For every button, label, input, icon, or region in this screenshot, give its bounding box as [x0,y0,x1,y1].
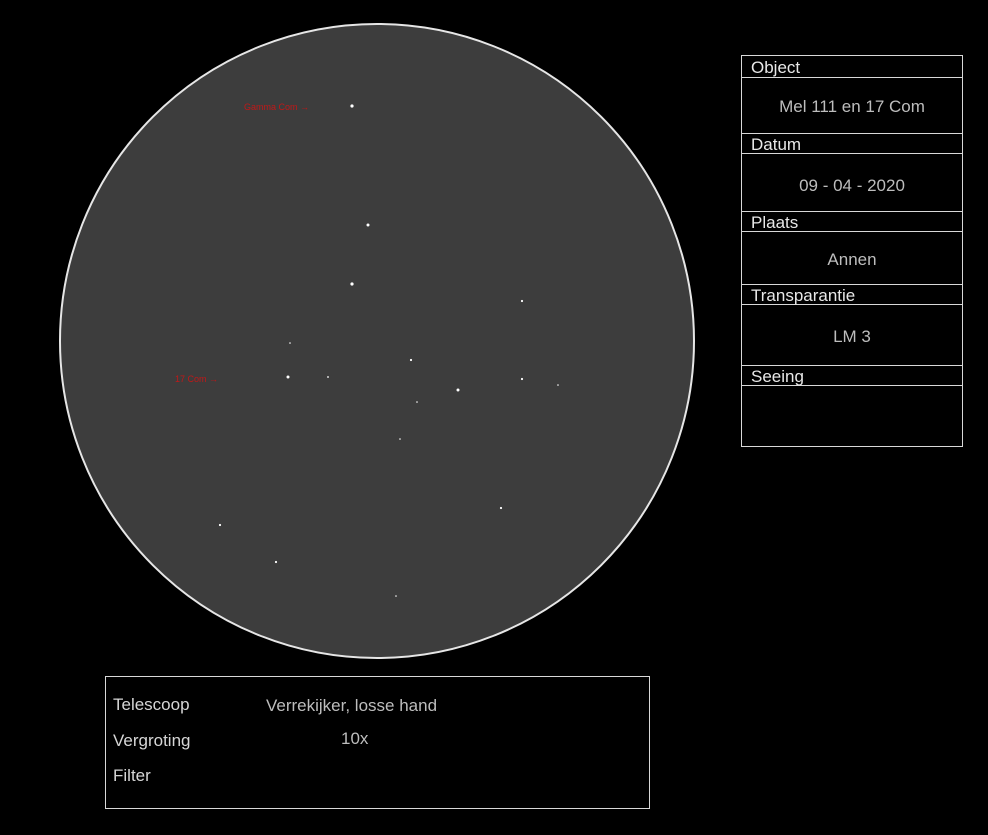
star [274,560,278,564]
magnification-label: Vergroting [113,731,191,750]
object-value: Mel 111 en 17 Com [779,97,925,116]
star [409,358,413,362]
star [350,282,354,286]
star [289,342,291,344]
field-of-view [59,23,695,659]
object-label: Object [742,57,962,78]
star [557,384,559,386]
date-label: Datum [742,133,962,154]
telescope-value: Verrekijker, losse hand [266,696,438,715]
star [399,438,401,440]
star [499,506,503,510]
filter-label: Filter [113,766,151,785]
star [350,104,354,108]
label-17-com: 17 Com → [175,374,218,384]
star [520,299,524,303]
telescope-label: Telescoop [113,695,190,714]
label-gamma-com: Gamma Com → [244,102,309,112]
seeing-label: Seeing [742,365,962,386]
star [520,377,524,381]
date-value: 09 - 04 - 2020 [799,176,905,195]
place-value: Annen [827,250,877,269]
star [366,223,370,227]
star [416,401,418,403]
star [327,376,329,378]
star [395,595,397,597]
transparency-value: LM 3 [833,327,871,346]
star [456,388,460,392]
equipment-panel: Telescoop Verrekijker, losse hand Vergro… [105,676,650,809]
observation-panel: Object Mel 111 en 17 Com Datum 09 - 04 -… [741,55,963,447]
star [218,523,222,527]
place-label: Plaats [742,211,962,232]
magnification-value: 10x [341,729,369,748]
star [286,375,290,379]
transparency-label: Transparantie [742,284,962,305]
